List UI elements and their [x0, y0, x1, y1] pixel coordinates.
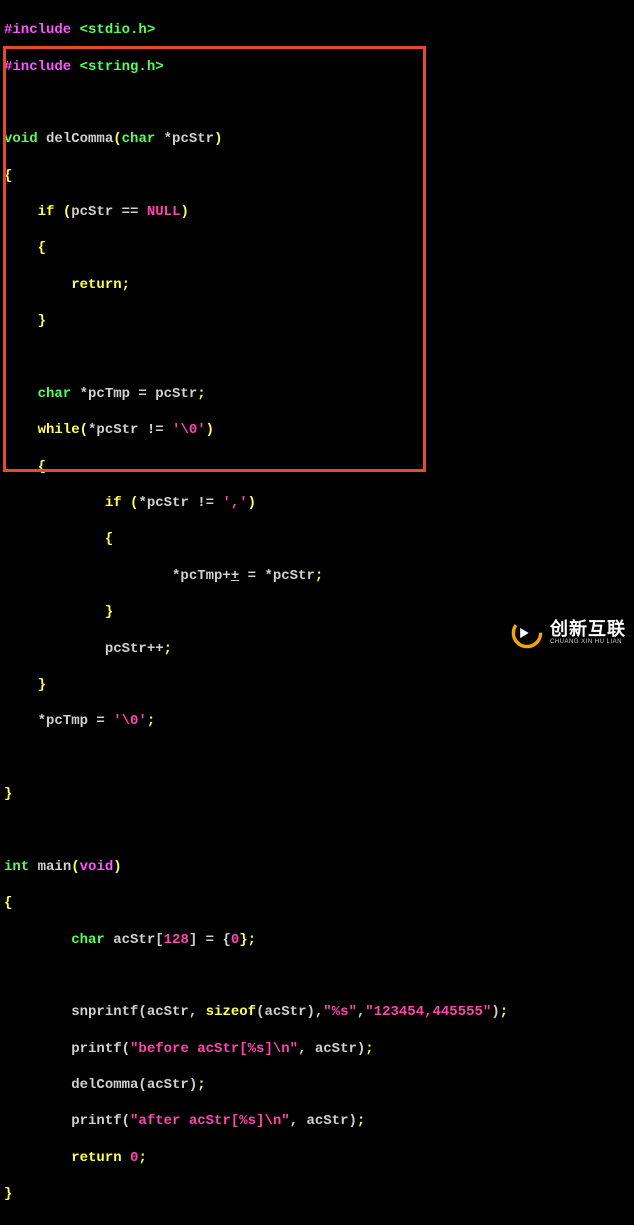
code-text: ;	[365, 1041, 373, 1057]
code-text: *pcTmp+	[4, 568, 231, 584]
code-text: "%s"	[323, 1004, 357, 1020]
watermark: 创新互联 CHUANG XIN HU LIAN	[510, 616, 626, 650]
code-text: , acStr)	[290, 1113, 357, 1129]
code-text	[122, 495, 130, 511]
code-text: #include	[4, 22, 71, 38]
code-text: ','	[222, 495, 247, 511]
code-text: #include	[4, 59, 71, 75]
code-text: "before acStr[%s]\n"	[130, 1041, 298, 1057]
code-text: while	[4, 422, 80, 438]
code-text: {	[105, 531, 113, 547]
code-text: {	[4, 168, 12, 184]
code-text	[4, 677, 38, 693]
watermark-en: CHUANG XIN HU LIAN	[550, 639, 626, 647]
code-text: delComma(acStr)	[4, 1077, 197, 1093]
code-text: "after acStr[%s]\n"	[130, 1113, 290, 1129]
code-text: '\0'	[172, 422, 206, 438]
code-text: printf(	[4, 1113, 130, 1129]
code-text: ;	[315, 568, 323, 584]
code-text	[4, 313, 38, 329]
code-block: #include <stdio.h> #include <string.h> v…	[0, 0, 634, 1225]
code-text: acStr[	[105, 932, 164, 948]
code-text: = *pcStr	[239, 568, 315, 584]
code-text	[4, 240, 38, 256]
code-text: ,	[357, 1004, 365, 1020]
code-text: (	[71, 859, 79, 875]
code-text: )	[248, 495, 256, 511]
code-text: <stdio.h>	[71, 22, 155, 38]
code-text: )	[113, 859, 121, 875]
code-text: }	[38, 677, 46, 693]
code-text: ;	[122, 277, 130, 293]
code-text	[4, 459, 38, 475]
code-text: (	[63, 204, 71, 220]
code-text: ;	[138, 1150, 146, 1166]
code-text: 128	[164, 932, 189, 948]
code-text: *pcStr !=	[138, 495, 222, 511]
code-text: ;	[164, 641, 172, 657]
code-text: ;	[357, 1113, 365, 1129]
code-text: *pcTmp = pcStr	[71, 386, 197, 402]
code-text: int	[4, 859, 29, 875]
logo-icon	[510, 616, 544, 650]
code-text: {	[38, 240, 46, 256]
code-text: return	[4, 1150, 122, 1166]
code-text: *pcStr !=	[88, 422, 172, 438]
code-text: }	[4, 786, 12, 802]
code-text: 0	[231, 932, 239, 948]
code-text: "123454,445555"	[365, 1004, 491, 1020]
code-text: char	[122, 131, 156, 147]
code-text: {	[38, 459, 46, 475]
code-text: char	[4, 386, 71, 402]
code-text: if	[4, 495, 122, 511]
code-text: (	[113, 131, 121, 147]
code-text	[4, 604, 105, 620]
code-text: )	[206, 422, 214, 438]
code-text: ;	[197, 1077, 205, 1093]
code-text: printf(	[4, 1041, 130, 1057]
code-text: ;	[500, 1004, 508, 1020]
code-text: *pcStr	[155, 131, 214, 147]
code-text: }	[38, 313, 46, 329]
code-text: )	[214, 131, 222, 147]
code-text: ;	[147, 713, 155, 729]
code-text: +	[231, 568, 239, 584]
code-text: {	[4, 895, 12, 911]
code-text: '\0'	[113, 713, 147, 729]
code-text: , acStr)	[298, 1041, 365, 1057]
code-text: if	[4, 204, 54, 220]
code-text: return	[4, 277, 122, 293]
code-text: };	[239, 932, 256, 948]
code-text: void	[80, 859, 114, 875]
code-text: pcStr ==	[71, 204, 147, 220]
code-text: NULL	[147, 204, 181, 220]
code-text: void	[4, 131, 38, 147]
code-text: char	[4, 932, 105, 948]
code-text: }	[4, 1186, 12, 1202]
code-text: *pcTmp =	[4, 713, 113, 729]
code-text	[54, 204, 62, 220]
code-text: delComma	[38, 131, 114, 147]
code-text: main	[29, 859, 71, 875]
code-text: ;	[197, 386, 205, 402]
watermark-cn: 创新互联	[550, 620, 626, 639]
code-text: (acStr),	[256, 1004, 323, 1020]
code-text: )	[491, 1004, 499, 1020]
code-text: )	[180, 204, 188, 220]
code-text: 0	[130, 1150, 138, 1166]
code-text: pcStr++	[4, 641, 164, 657]
code-text: (	[80, 422, 88, 438]
code-text	[122, 1150, 130, 1166]
code-text: }	[105, 604, 113, 620]
code-text: snprintf(acStr,	[4, 1004, 206, 1020]
code-text: sizeof	[206, 1004, 256, 1020]
code-text: ] = {	[189, 932, 231, 948]
code-text	[4, 531, 105, 547]
code-text: <string.h>	[71, 59, 163, 75]
